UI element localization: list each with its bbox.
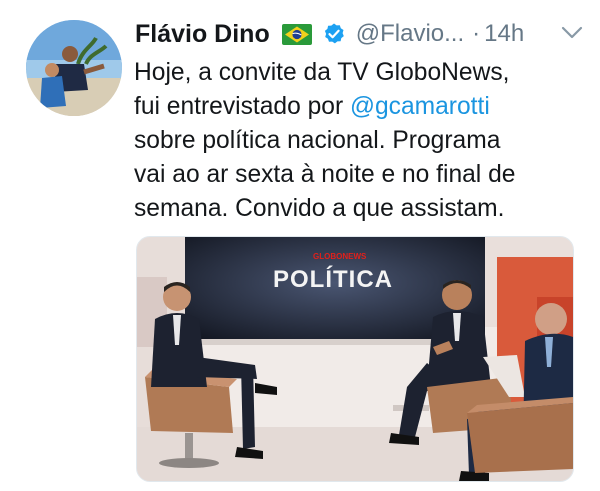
tweet-media-photo[interactable]: GLOBONEWS POLÍTICA xyxy=(136,236,574,482)
tweet-text-line: Hoje, a convite da TV GloboNews, xyxy=(134,59,510,86)
header-separator: · xyxy=(472,20,481,47)
tweet-header: Flávio Dino @Flavio... · 14h xyxy=(135,16,585,52)
avatar[interactable] xyxy=(26,20,122,116)
mention-link[interactable]: @gcamarotti xyxy=(350,93,490,120)
tweet-text-line: sobre política nacional. Programa xyxy=(134,127,501,154)
author-handle[interactable]: @Flavio... xyxy=(356,20,464,48)
tweet-text-line: vai ao ar sexta à noite e no final de xyxy=(134,161,516,188)
avatar-photo xyxy=(26,20,122,116)
verified-badge-icon xyxy=(322,22,346,46)
tweet-text-line: semana. Convido a que assistam. xyxy=(134,195,505,222)
brazil-flag-icon xyxy=(281,23,312,45)
tweet-text: Hoje, a convite da TV GloboNews, fui ent… xyxy=(134,56,574,226)
author-name[interactable]: Flávio Dino xyxy=(135,20,270,49)
tweet-timestamp[interactable]: 14h xyxy=(484,20,524,48)
studio-photo: GLOBONEWS POLÍTICA xyxy=(137,237,573,481)
tweet-text-segment: fui entrevistado por xyxy=(134,93,350,120)
tweet-text-line: fui entrevistado por @gcamarotti xyxy=(134,90,574,124)
tweet-card: Flávio Dino @Flavio... · 14h Hoje, a con… xyxy=(0,0,600,491)
screen-title-text: POLÍTICA xyxy=(273,265,393,293)
screen-brand-text: GLOBONEWS xyxy=(313,252,367,261)
chevron-down-icon[interactable] xyxy=(559,22,585,44)
